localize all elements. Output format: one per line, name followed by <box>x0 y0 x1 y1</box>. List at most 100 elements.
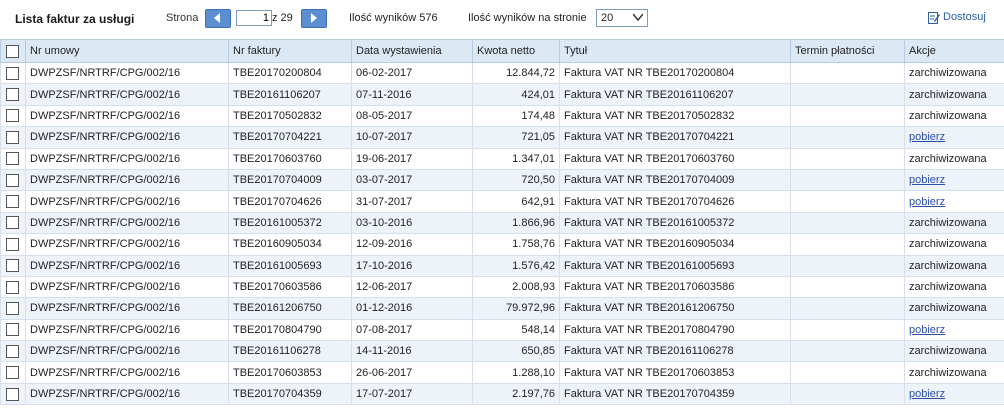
row-checkbox[interactable] <box>6 237 19 251</box>
row-checkbox[interactable] <box>6 387 19 401</box>
row-checkbox[interactable] <box>6 152 19 166</box>
select-all-cell <box>0 39 26 63</box>
table-row: DWPZSF/NRTRF/CPG/002/16 TBE20170603760 19-… <box>0 147 1004 170</box>
invoice-number: TBE20170603760 <box>228 147 352 170</box>
action-status: zarchiwizowana <box>904 297 1004 320</box>
download-link[interactable]: pobierz <box>909 196 945 208</box>
action-status: zarchiwizowana <box>904 61 1004 85</box>
table-row: DWPZSF/NRTRF/CPG/002/16 TBE20170704626 31-… <box>0 190 1004 213</box>
table-header-row: Nr umowy Nr faktury Data wystawienia Kwo… <box>0 39 1004 63</box>
net-amount: 720,50 <box>472 168 560 192</box>
issue-date: 03-07-2017 <box>351 168 473 192</box>
row-select-cell <box>0 318 26 342</box>
payment-due <box>790 147 905 170</box>
contract-number: DWPZSF/NRTRF/CPG/002/16 <box>25 340 229 363</box>
issue-date: 17-07-2017 <box>351 382 473 406</box>
table-row: DWPZSF/NRTRF/CPG/002/16 TBE20160905034 12-… <box>0 233 1004 256</box>
invoice-table: Nr umowy Nr faktury Data wystawienia Kwo… <box>0 39 1004 406</box>
invoice-title: Faktura VAT NR TBE20160905034 <box>559 233 791 256</box>
column-header-umowa[interactable]: Nr umowy <box>25 39 229 63</box>
issue-date: 17-10-2016 <box>351 254 473 277</box>
net-amount: 1.288,10 <box>472 361 560 384</box>
column-header-data[interactable]: Data wystawienia <box>351 39 473 63</box>
invoice-number: TBE20170502832 <box>228 104 352 128</box>
contract-number: DWPZSF/NRTRF/CPG/002/16 <box>25 61 229 85</box>
net-amount: 2.197,76 <box>472 382 560 406</box>
download-link[interactable]: pobierz <box>909 131 945 143</box>
download-link[interactable]: pobierz <box>909 388 945 400</box>
row-checkbox[interactable] <box>6 66 19 80</box>
customize-button[interactable]: Dostosuj <box>928 11 986 24</box>
download-link[interactable]: pobierz <box>909 174 945 186</box>
invoice-title: Faktura VAT NR TBE20170603760 <box>559 147 791 170</box>
invoice-title: Faktura VAT NR TBE20170200804 <box>559 61 791 85</box>
row-select-cell <box>0 254 26 277</box>
row-select-cell <box>0 340 26 363</box>
column-header-kwota[interactable]: Kwota netto <box>472 39 560 63</box>
payment-due <box>790 254 905 277</box>
row-select-cell <box>0 382 26 406</box>
issue-date: 12-06-2017 <box>351 275 473 299</box>
row-select-cell <box>0 83 26 106</box>
page-number-input[interactable] <box>236 10 272 26</box>
issue-date: 26-06-2017 <box>351 361 473 384</box>
column-header-tytul[interactable]: Tytuł <box>559 39 791 63</box>
contract-number: DWPZSF/NRTRF/CPG/002/16 <box>25 297 229 320</box>
invoice-number: TBE20170200804 <box>228 61 352 85</box>
list-toolbar: Lista faktur za usługi Strona z 29 Ilość… <box>0 0 1004 38</box>
invoice-number: TBE20161005693 <box>228 254 352 277</box>
issue-date: 01-12-2016 <box>351 297 473 320</box>
payment-due <box>790 83 905 106</box>
invoice-number: TBE20170704221 <box>228 126 352 149</box>
invoice-title: Faktura VAT NR TBE20170704009 <box>559 168 791 192</box>
contract-number: DWPZSF/NRTRF/CPG/002/16 <box>25 126 229 149</box>
action-status: zarchiwizowana <box>904 83 1004 106</box>
results-count: Ilość wyników 576 <box>349 12 438 24</box>
invoice-title: Faktura VAT NR TBE20161005693 <box>559 254 791 277</box>
page-label: Strona <box>166 12 199 24</box>
net-amount: 424,01 <box>472 83 560 106</box>
action-status: zarchiwizowana <box>904 147 1004 170</box>
row-checkbox[interactable] <box>6 88 19 102</box>
row-select-cell <box>0 233 26 256</box>
column-header-faktura[interactable]: Nr faktury <box>228 39 352 63</box>
invoice-number: TBE20170704009 <box>228 168 352 192</box>
invoice-title: Faktura VAT NR TBE20170704359 <box>559 382 791 406</box>
net-amount: 548,14 <box>472 318 560 342</box>
prev-page-button[interactable] <box>205 9 231 28</box>
net-amount: 174,48 <box>472 104 560 128</box>
download-link[interactable]: pobierz <box>909 324 945 336</box>
net-amount: 642,91 <box>472 190 560 213</box>
column-header-termin[interactable]: Termin płatności <box>790 39 905 63</box>
row-checkbox[interactable] <box>6 109 19 123</box>
issue-date: 08-05-2017 <box>351 104 473 128</box>
row-checkbox[interactable] <box>6 216 19 230</box>
row-checkbox[interactable] <box>6 195 19 209</box>
table-row: DWPZSF/NRTRF/CPG/002/16 TBE20161206750 01-… <box>0 297 1004 320</box>
invoice-title: Faktura VAT NR TBE20170704221 <box>559 126 791 149</box>
payment-due <box>790 340 905 363</box>
table-row: DWPZSF/NRTRF/CPG/002/16 TBE20170502832 08-… <box>0 104 1004 128</box>
issue-date: 12-09-2016 <box>351 233 473 256</box>
issue-date: 10-07-2017 <box>351 126 473 149</box>
invoice-number: TBE20170704626 <box>228 190 352 213</box>
contract-number: DWPZSF/NRTRF/CPG/002/16 <box>25 382 229 406</box>
row-checkbox[interactable] <box>6 366 19 380</box>
next-page-button[interactable] <box>301 9 327 28</box>
net-amount: 721,05 <box>472 126 560 149</box>
row-select-cell <box>0 168 26 192</box>
row-checkbox[interactable] <box>6 259 19 273</box>
select-all-checkbox[interactable] <box>6 44 19 58</box>
row-checkbox[interactable] <box>6 280 19 294</box>
row-checkbox[interactable] <box>6 344 19 358</box>
net-amount: 12.844,72 <box>472 61 560 85</box>
row-checkbox[interactable] <box>6 173 19 187</box>
row-checkbox[interactable] <box>6 323 19 337</box>
action-cell: pobierz <box>904 318 1004 342</box>
table-row: DWPZSF/NRTRF/CPG/002/16 TBE20161005372 03-… <box>0 211 1004 235</box>
row-checkbox[interactable] <box>6 130 19 144</box>
row-checkbox[interactable] <box>6 301 19 315</box>
payment-due <box>790 233 905 256</box>
per-page-select[interactable]: 20 <box>596 9 648 27</box>
action-cell: pobierz <box>904 190 1004 213</box>
